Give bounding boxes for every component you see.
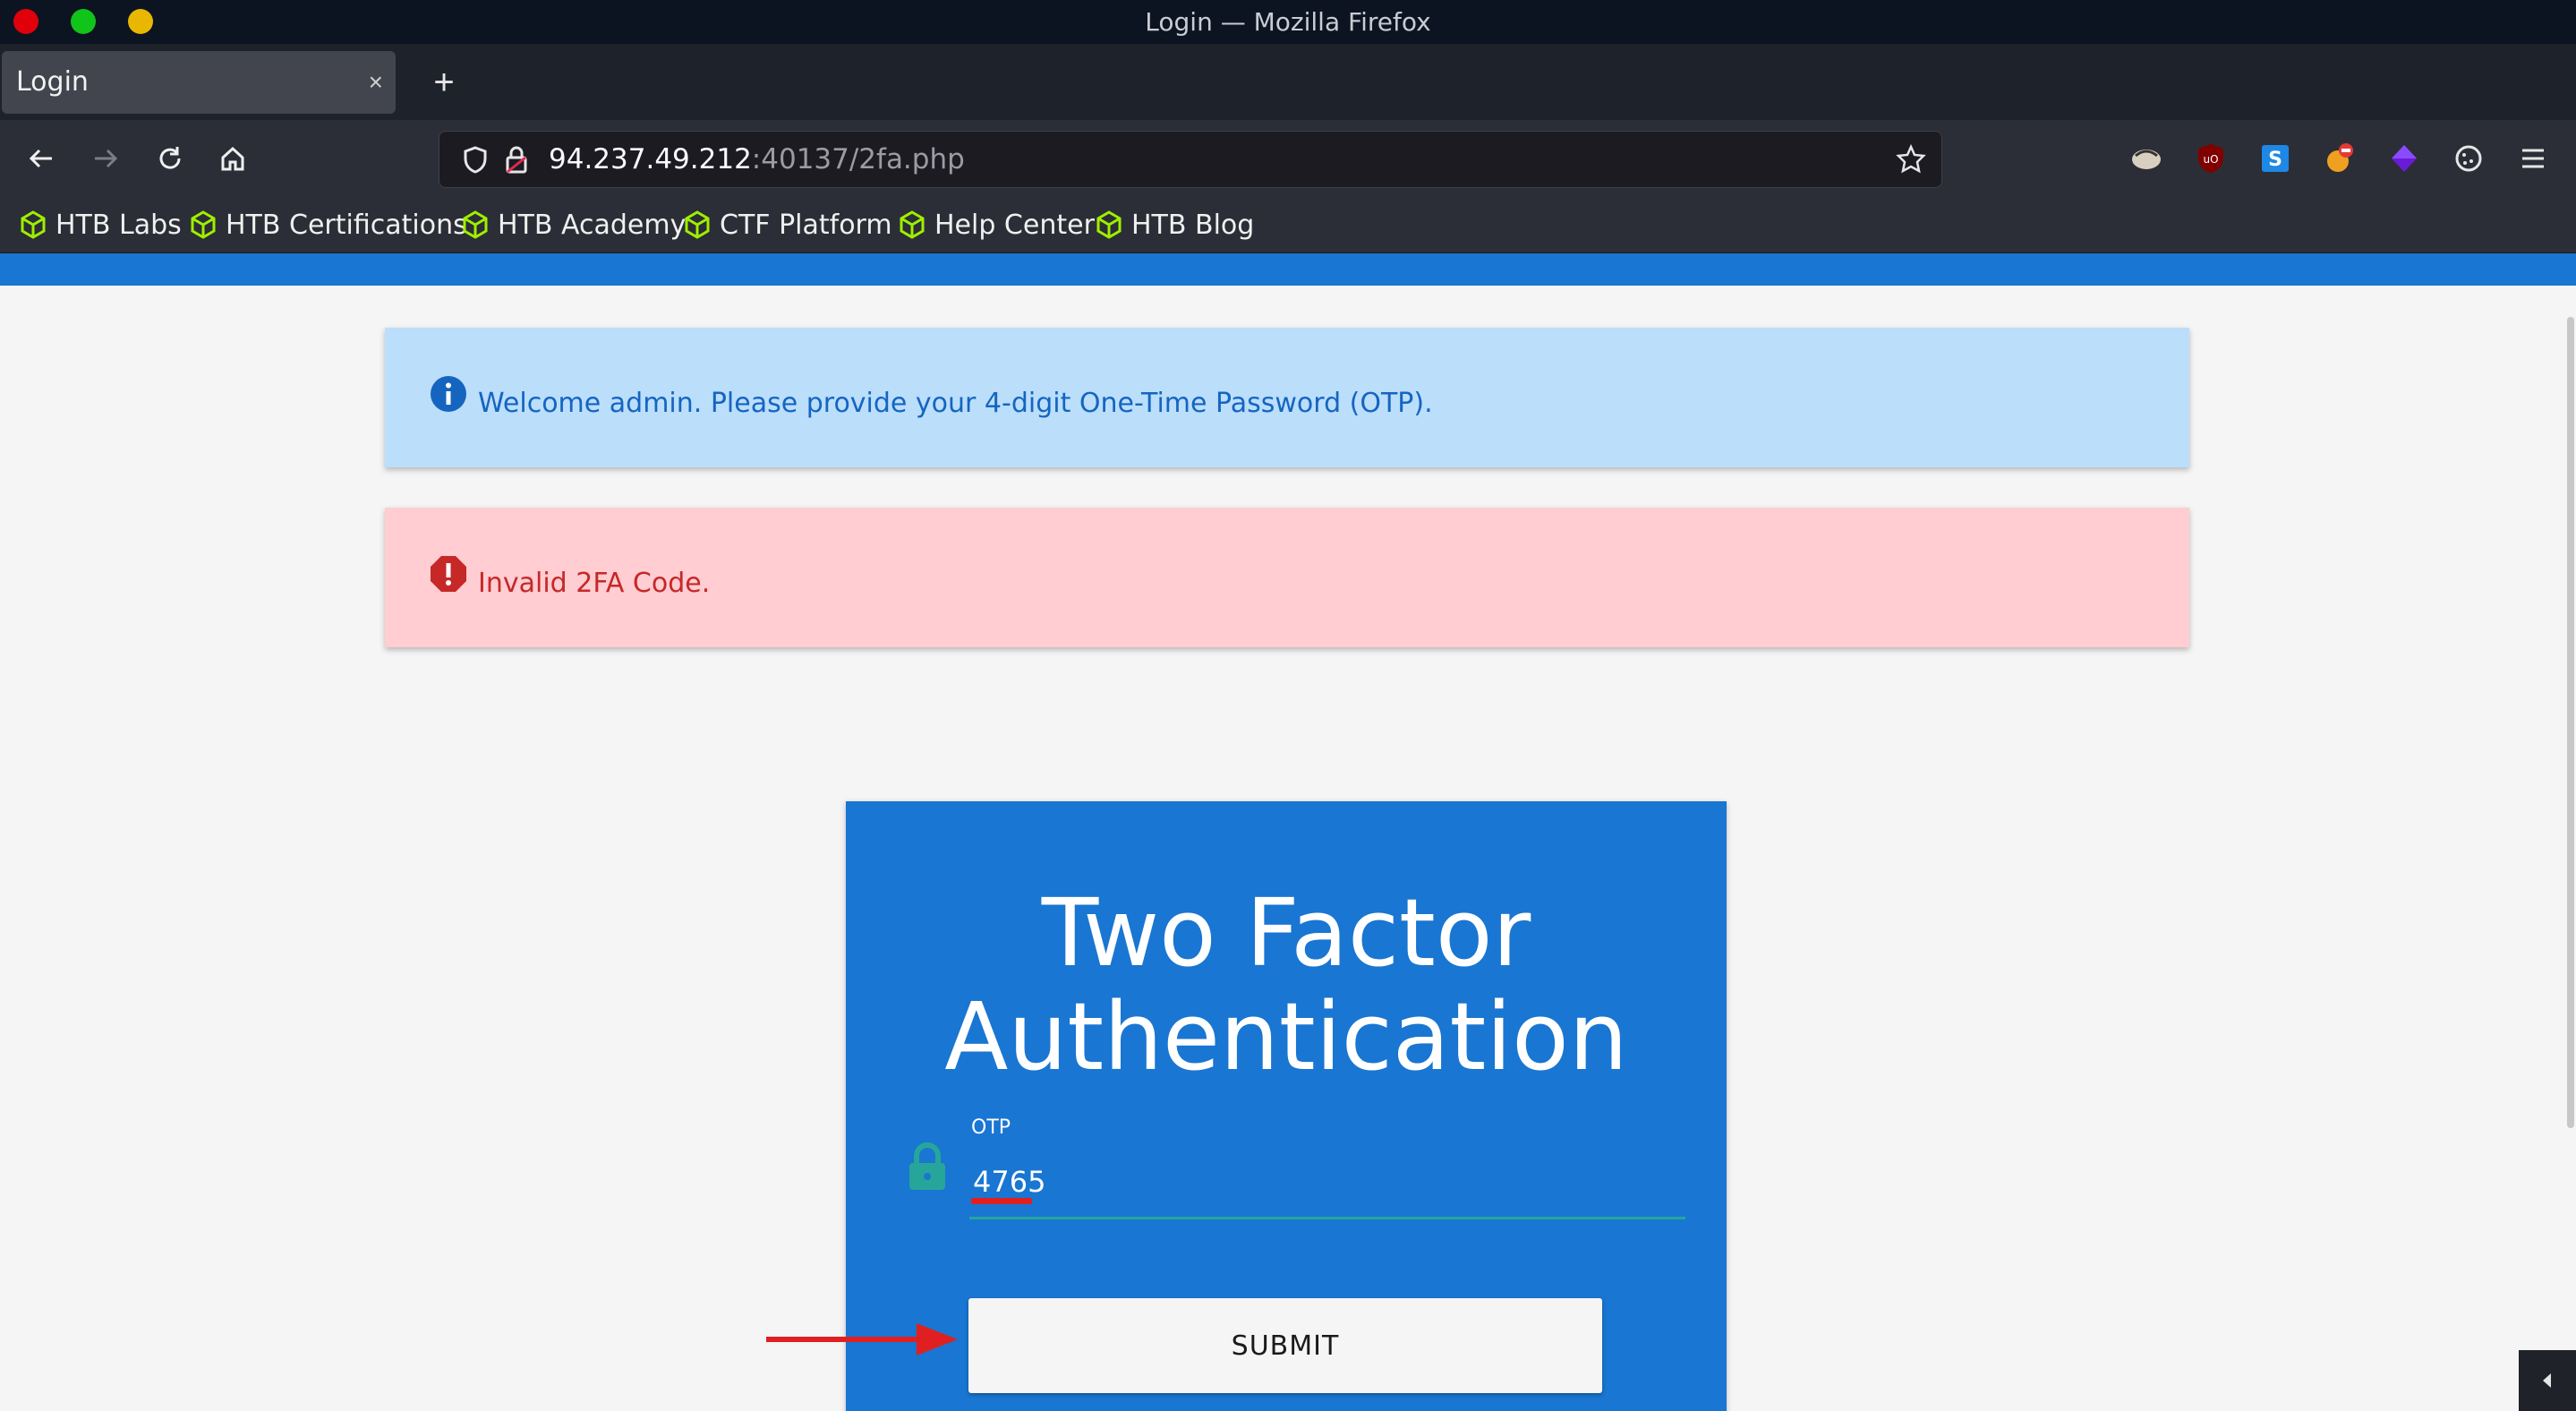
otp-input-underline — [969, 1217, 1685, 1219]
page-scrollbar[interactable] — [2567, 317, 2574, 1128]
svg-text:uO: uO — [2203, 153, 2218, 166]
extension-foxyproxy-icon[interactable] — [2125, 137, 2168, 180]
htb-cube-icon — [21, 210, 46, 239]
htb-cube-icon — [463, 210, 488, 239]
htb-cube-icon — [900, 210, 925, 239]
bookmark-label: Help Center — [934, 209, 1095, 241]
bookmark-htb-academy[interactable]: HTB Academy — [462, 197, 686, 252]
tab-login[interactable]: Login × — [2, 51, 396, 114]
extension-ublock-icon[interactable]: uO — [2189, 137, 2232, 180]
arrow-annotation — [766, 1323, 958, 1355]
extension-cookie-icon[interactable] — [2447, 137, 2490, 180]
lock-icon — [909, 1142, 945, 1190]
extension-cookie-badge-icon[interactable] — [2318, 137, 2361, 180]
back-icon — [29, 149, 52, 168]
bookmark-help-center[interactable]: Help Center — [899, 197, 1095, 252]
card-title-line-2: Authentication — [944, 982, 1628, 1091]
reload-icon — [159, 147, 181, 169]
otp-input[interactable] — [969, 1159, 1689, 1204]
bookmarks-toolbar: HTB Labs HTB Certifications HTB Academy … — [0, 197, 2576, 253]
top-nav-strip — [0, 253, 2576, 286]
otp-label: OTP — [971, 1116, 1011, 1139]
bookmark-label: HTB Academy — [498, 209, 687, 241]
menu-icon[interactable] — [2512, 137, 2555, 180]
url-text[interactable]: 94.237.49.212:40137/2fa.php — [549, 132, 965, 187]
htb-cube-icon — [191, 210, 216, 239]
info-alert: Welcome admin. Please provide your 4-dig… — [385, 328, 2189, 467]
bookmark-label: HTB Blog — [1131, 209, 1255, 241]
shield-icon[interactable] — [454, 132, 497, 187]
error-alert-text: Invalid 2FA Code. — [478, 568, 711, 599]
sidebar-toggle-button[interactable] — [2519, 1350, 2576, 1411]
forward-icon — [95, 149, 118, 168]
svg-text:S: S — [2268, 149, 2282, 171]
window-title: Login — Mozilla Firefox — [1145, 7, 1431, 37]
nav-toolbar: 94.237.49.212:40137/2fa.php uO S — [0, 120, 2576, 197]
extension-s-icon[interactable]: S — [2254, 137, 2297, 180]
submit-button[interactable]: SUBMIT — [968, 1298, 1602, 1393]
bookmark-label: HTB Labs — [55, 209, 182, 241]
bookmark-label: HTB Certifications — [226, 209, 467, 241]
reload-button[interactable] — [143, 132, 197, 185]
error-icon — [431, 556, 466, 592]
extension-hexagon-icon[interactable] — [2383, 137, 2426, 180]
browser-window: Login — Mozilla Firefox Login × + 94.237… — [0, 0, 2576, 1411]
annotation-underline — [971, 1198, 1032, 1204]
home-button[interactable] — [206, 132, 260, 185]
tab-close-icon[interactable]: × — [369, 51, 383, 114]
tab-strip: Login × + — [0, 44, 2576, 120]
lock-insecure-icon[interactable] — [495, 132, 538, 187]
error-alert: Invalid 2FA Code. — [385, 508, 2189, 647]
home-icon — [221, 146, 244, 171]
bookmark-label: CTF Platform — [720, 209, 892, 241]
two-factor-card: Two Factor Authentication OTP SUBMIT — [846, 801, 1727, 1411]
bookmark-htb-certifications[interactable]: HTB Certifications — [190, 197, 467, 252]
forward-button[interactable] — [79, 132, 132, 185]
url-host: 94.237.49.212 — [549, 143, 752, 175]
new-tab-button[interactable]: + — [417, 51, 471, 114]
htb-cube-icon — [1096, 210, 1122, 239]
bookmark-htb-labs[interactable]: HTB Labs — [20, 197, 182, 252]
bookmark-htb-blog[interactable]: HTB Blog — [1096, 197, 1254, 252]
url-bar[interactable]: 94.237.49.212:40137/2fa.php — [439, 131, 1942, 188]
back-button[interactable] — [14, 132, 68, 185]
card-title-line-1: Two Factor — [1041, 878, 1531, 988]
url-path: :40137/2fa.php — [751, 143, 965, 175]
title-bar: Login — Mozilla Firefox — [0, 0, 2576, 44]
bookmark-ctf-platform[interactable]: CTF Platform — [684, 197, 892, 252]
chevron-left-icon — [2543, 1373, 2551, 1388]
star-icon[interactable] — [1889, 132, 1932, 187]
tab-title: Login — [16, 66, 89, 98]
page-content: Welcome admin. Please provide your 4-dig… — [0, 253, 2576, 1411]
htb-cube-icon — [685, 210, 710, 239]
info-alert-text: Welcome admin. Please provide your 4-dig… — [478, 388, 1433, 419]
info-icon — [431, 376, 466, 412]
